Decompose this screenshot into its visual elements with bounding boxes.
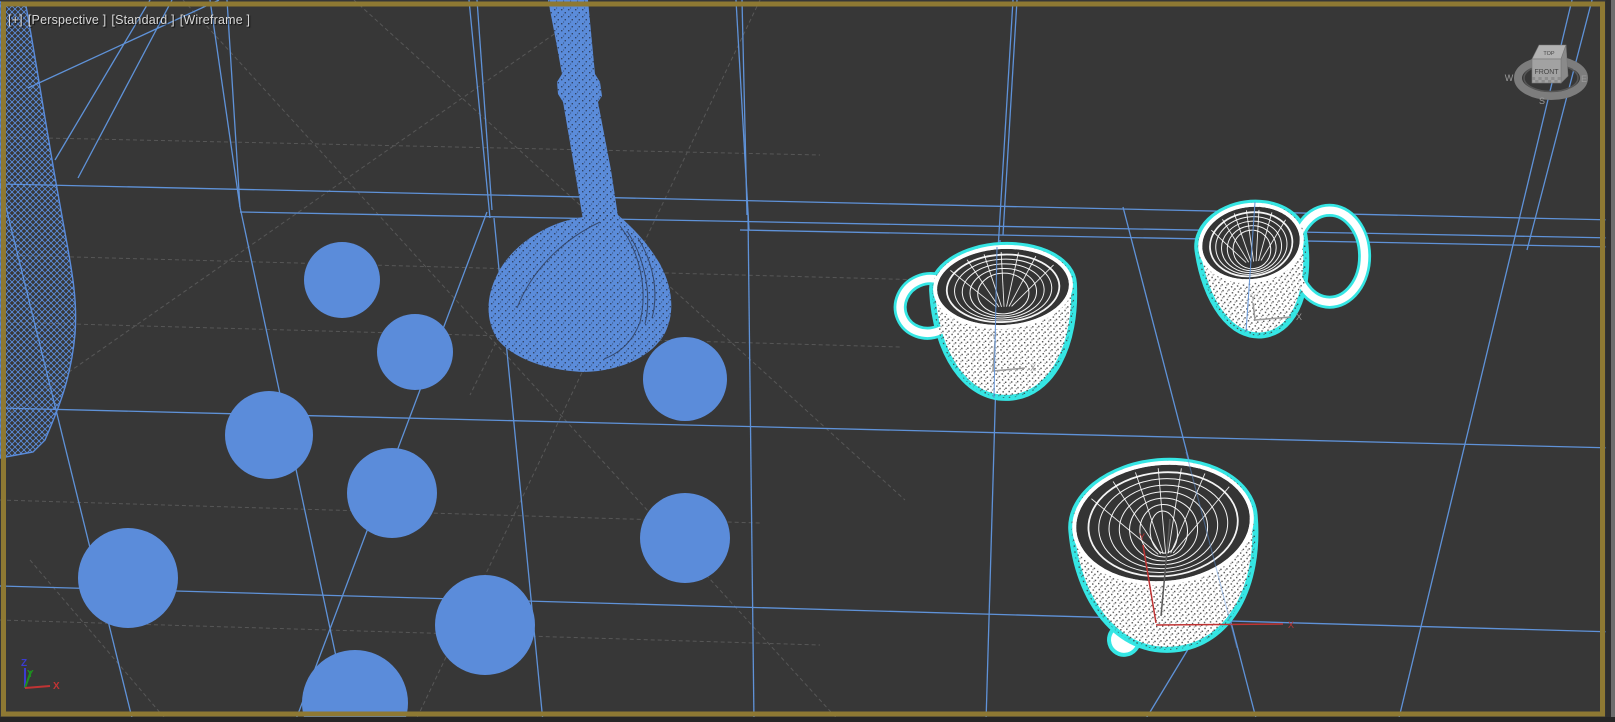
sphere-object[interactable] [435,575,535,675]
viewport-3d-canvas[interactable]: XYXYXY WESTOPFRONTZYX [0,0,1615,722]
gizmo-y-label: Y [1250,293,1256,303]
sphere-object[interactable] [640,493,730,583]
viewport-label: [+] [Perspective ] [Standard ] [Wirefram… [8,13,250,27]
viewcube-top-label[interactable]: TOP [1543,51,1555,57]
viewport-menu-general[interactable]: [+] [8,13,23,27]
viewport-background[interactable] [0,0,1615,722]
viewcube-compass-letter[interactable]: W [1505,73,1514,83]
gizmo-y-label: Y [991,331,997,341]
viewcube-front-label[interactable]: FRONT [1534,69,1559,76]
gizmo-x-label: X [1030,363,1036,373]
viewport-window: XYXYXY WESTOPFRONTZYX [+] [Perspective ]… [0,0,1615,722]
sphere-object[interactable] [78,528,178,628]
axis-x-label: X [53,681,60,692]
viewport-menu-shading[interactable]: [Wireframe ] [180,13,250,27]
gizmo-x-label: X [1296,312,1302,322]
viewport-menu-pov[interactable]: [Perspective ] [28,13,107,27]
bottom-margin [0,717,1615,722]
gizmo-x-label: X [1288,620,1294,630]
sphere-object[interactable] [304,242,380,318]
sphere-object[interactable] [225,391,313,479]
viewport-background[interactable] [0,0,1615,722]
sphere-object[interactable] [643,337,727,421]
axis-y-label: Y [27,669,34,680]
right-edge-strip [1611,0,1615,722]
sphere-object[interactable] [377,314,453,390]
gizmo-y-label: Y [1139,532,1145,542]
axis-z-label: Z [21,658,27,669]
viewport-menu-standard[interactable]: [Standard ] [111,13,174,27]
viewcube-compass-letter[interactable]: E [1581,74,1587,84]
sphere-object[interactable] [347,448,437,538]
viewcube-compass-letter[interactable]: S [1539,96,1545,106]
